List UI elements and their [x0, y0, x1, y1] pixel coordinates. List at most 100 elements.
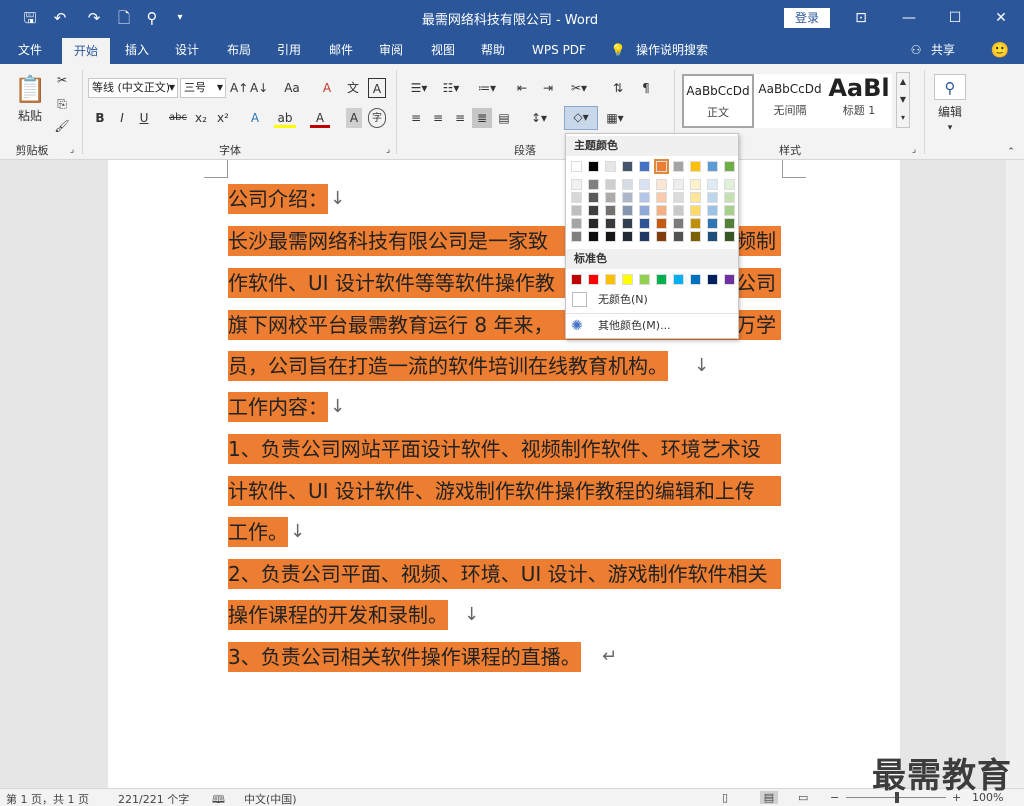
multilevel-list-icon[interactable]: ≔▾ [472, 78, 502, 98]
save-icon[interactable]: 🖫 [20, 8, 40, 28]
redo-icon[interactable]: ↷ [84, 8, 104, 28]
theme-tint-swatch[interactable] [622, 231, 633, 242]
theme-tint-swatch[interactable] [724, 192, 735, 203]
standard-color-swatch[interactable] [588, 274, 599, 285]
phonetic-guide-icon[interactable]: 文 [344, 78, 362, 98]
grow-font-icon[interactable]: A↑ [230, 78, 248, 98]
read-mode-icon[interactable]: ▯ [722, 791, 728, 804]
tab-view[interactable]: 视图 [422, 36, 464, 64]
theme-tint-swatch[interactable] [656, 205, 667, 216]
theme-tint-swatch[interactable] [707, 205, 718, 216]
paste-icon[interactable]: 📋 [14, 72, 46, 108]
standard-color-swatch[interactable] [639, 274, 650, 285]
find-icon[interactable]: ⚲ [934, 74, 966, 100]
align-center-icon[interactable]: ≡ [428, 108, 448, 128]
theme-tint-swatch[interactable] [707, 192, 718, 203]
no-color-option[interactable]: 无颜色(N) [598, 290, 648, 310]
chinese-layout-icon[interactable]: ✂▾ [566, 78, 592, 98]
shading-button[interactable]: ◇▾ [564, 106, 598, 130]
language-indicator[interactable]: 中文(中国) [244, 791, 297, 806]
more-colors-option[interactable]: 其他颜色(M)... [598, 316, 671, 336]
standard-color-swatch[interactable] [605, 274, 616, 285]
login-button[interactable]: 登录 [784, 8, 830, 28]
theme-tint-swatch[interactable] [673, 218, 684, 229]
standard-color-swatch[interactable] [690, 274, 701, 285]
font-size-select[interactable]: 三号 ▼ [180, 78, 226, 98]
clipboard-launcher-icon[interactable]: ⌟ [66, 144, 78, 156]
paragraph-line[interactable]: 3、负责公司相关软件操作课程的直播。 ↵ [228, 642, 617, 672]
share-button[interactable]: 共享 [926, 36, 960, 64]
theme-tint-swatch[interactable] [605, 205, 616, 216]
bold-button[interactable]: B [92, 108, 108, 128]
theme-tint-swatch[interactable] [724, 218, 735, 229]
show-marks-icon[interactable]: ¶ [636, 78, 656, 98]
theme-tint-swatch[interactable] [605, 218, 616, 229]
tab-design[interactable]: 设计 [166, 36, 208, 64]
theme-tint-swatch[interactable] [605, 192, 616, 203]
standard-color-swatch[interactable] [571, 274, 582, 285]
theme-tint-swatch[interactable] [724, 179, 735, 190]
theme-tint-swatch[interactable] [605, 231, 616, 242]
line-spacing-icon[interactable]: ↕▾ [524, 108, 554, 128]
zoom-out-button[interactable]: − [830, 791, 839, 804]
decrease-indent-icon[interactable]: ⇤ [512, 78, 532, 98]
numbering-icon[interactable]: ☷▾ [438, 78, 464, 98]
theme-tint-swatch[interactable] [639, 179, 650, 190]
font-name-select[interactable]: 等线 (中文正文) ▼ [88, 78, 178, 98]
paragraph-line[interactable]: 操作课程的开发和录制。 ↓ [228, 600, 479, 630]
standard-color-swatch[interactable] [673, 274, 684, 285]
theme-tint-swatch[interactable] [639, 192, 650, 203]
new-document-icon[interactable]: 🗋 [114, 8, 134, 28]
standard-color-swatch[interactable] [724, 274, 735, 285]
theme-color-swatch[interactable] [707, 161, 718, 172]
theme-tint-swatch[interactable] [622, 179, 633, 190]
theme-color-swatch[interactable] [690, 161, 701, 172]
paragraph-line[interactable]: 工作。 ↓ [228, 517, 305, 547]
theme-tint-swatch[interactable] [622, 192, 633, 203]
clear-formatting-icon[interactable]: A [318, 78, 336, 98]
theme-tint-swatch[interactable] [588, 205, 599, 216]
tab-home[interactable]: 开始 [62, 38, 110, 64]
theme-color-swatch[interactable] [622, 161, 633, 172]
theme-tint-swatch[interactable] [571, 205, 582, 216]
theme-tint-swatch[interactable] [656, 218, 667, 229]
cut-icon[interactable]: ✂ [52, 70, 72, 90]
paste-button[interactable]: 粘贴 [14, 106, 46, 126]
theme-tint-swatch[interactable] [690, 192, 701, 203]
undo-icon[interactable]: ↶ [50, 8, 70, 28]
theme-tint-swatch[interactable] [690, 231, 701, 242]
theme-tint-swatch[interactable] [656, 179, 667, 190]
tab-file[interactable]: 文件 [8, 36, 52, 64]
underline-button[interactable]: U [136, 108, 152, 128]
style-heading-1[interactable]: AaBl 标题 1 [826, 74, 892, 128]
customize-quick-access-icon[interactable]: ▾ [172, 8, 188, 28]
character-border-icon[interactable]: A [368, 78, 386, 98]
superscript-button[interactable]: x² [214, 108, 232, 128]
copy-icon[interactable]: ⎘ [52, 94, 72, 114]
theme-color-swatch[interactable] [605, 161, 616, 172]
align-right-icon[interactable]: ≡ [450, 108, 470, 128]
styles-launcher-icon[interactable]: ⌟ [908, 144, 920, 156]
strikethrough-button[interactable]: abc [166, 108, 190, 128]
theme-tint-swatch[interactable] [707, 218, 718, 229]
theme-tint-swatch[interactable] [690, 205, 701, 216]
theme-tint-swatch[interactable] [707, 179, 718, 190]
theme-color-swatch[interactable] [639, 161, 650, 172]
tab-references[interactable]: 引用 [268, 36, 310, 64]
tab-wps-pdf[interactable]: WPS PDF [526, 36, 592, 64]
enclose-characters-icon[interactable]: 字 [368, 108, 386, 128]
collapse-ribbon-icon[interactable]: ⌃ [1004, 146, 1018, 158]
theme-tint-swatch[interactable] [673, 192, 684, 203]
theme-tint-swatch[interactable] [690, 179, 701, 190]
theme-tint-swatch[interactable] [622, 218, 633, 229]
theme-tint-swatch[interactable] [588, 231, 599, 242]
theme-tint-swatch[interactable] [673, 205, 684, 216]
justify-icon[interactable]: ≣ [472, 108, 492, 128]
borders-icon[interactable]: ▦▾ [602, 108, 628, 128]
theme-tint-swatch[interactable] [639, 205, 650, 216]
theme-tint-swatch[interactable] [707, 231, 718, 242]
subscript-button[interactable]: x₂ [192, 108, 210, 128]
document-page[interactable]: 公司介绍： ↓ 长沙最需网络科技有限公司是一家致 频制 作软件、UI 设计软件等等软… [108, 160, 900, 788]
theme-tint-swatch[interactable] [690, 218, 701, 229]
text-effects-icon[interactable]: A [244, 108, 266, 128]
